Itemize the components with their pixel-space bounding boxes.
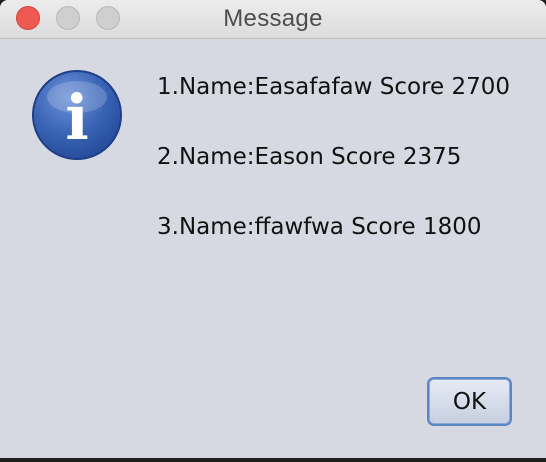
ok-button[interactable]: OK [427,377,512,426]
message-dialog: Message i 1.Name:Easafafaw Score 2700 2.… [0,0,546,462]
message-body: 1.Name:Easafafaw Score 2700 2.Name:Eason… [157,70,510,280]
window-title: Message [223,5,323,32]
score-entry-3: 3.Name:ffawfwa Score 1800 [157,214,482,240]
bottom-edge [0,458,546,462]
score-entry-1: 1.Name:Easafafaw Score 2700 [157,74,511,100]
info-icon: i [32,70,122,160]
score-entry-2: 2.Name:Eason Score 2375 [157,144,462,170]
title-bar: Message [0,0,546,39]
info-glyph: i [65,81,89,154]
